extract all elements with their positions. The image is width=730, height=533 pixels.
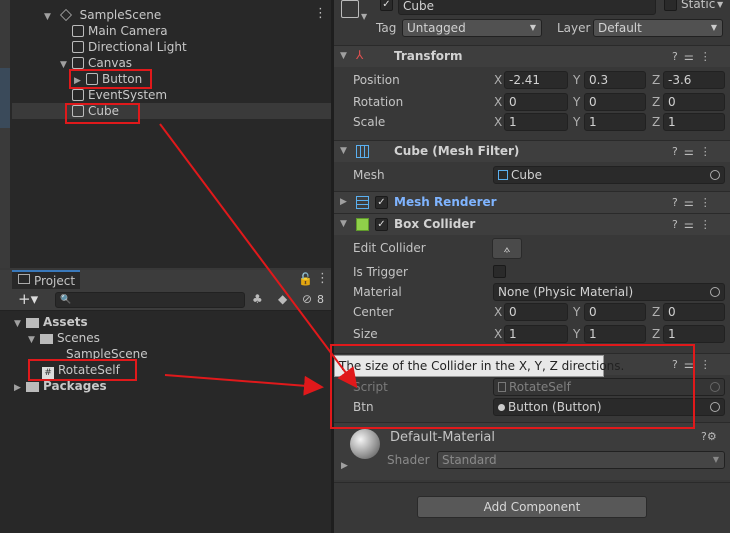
arrow-script-to-component [164,374,324,396]
annotation-arrows [159,123,358,396]
arrow-cube-to-btn [159,123,358,389]
